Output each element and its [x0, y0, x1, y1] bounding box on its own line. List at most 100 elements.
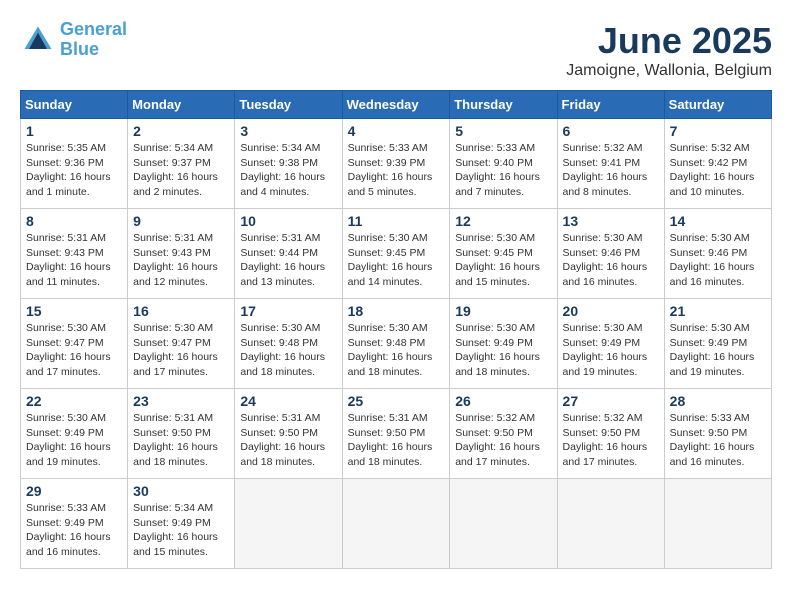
table-row: 16 Sunrise: 5:30 AM Sunset: 9:47 PM Dayl… — [128, 299, 235, 389]
day-number: 2 — [133, 123, 229, 139]
table-row: 28 Sunrise: 5:33 AM Sunset: 9:50 PM Dayl… — [664, 389, 771, 479]
day-info: Sunrise: 5:34 AM Sunset: 9:37 PM Dayligh… — [133, 141, 229, 200]
table-row: 20 Sunrise: 5:30 AM Sunset: 9:49 PM Dayl… — [557, 299, 664, 389]
calendar-table: Sunday Monday Tuesday Wednesday Thursday… — [20, 90, 772, 569]
day-info: Sunrise: 5:30 AM Sunset: 9:46 PM Dayligh… — [563, 231, 659, 290]
day-number: 19 — [455, 303, 551, 319]
table-row: 5 Sunrise: 5:33 AM Sunset: 9:40 PM Dayli… — [450, 119, 557, 209]
table-row: 12 Sunrise: 5:30 AM Sunset: 9:45 PM Dayl… — [450, 209, 557, 299]
day-info: Sunrise: 5:31 AM Sunset: 9:50 PM Dayligh… — [133, 411, 229, 470]
day-info: Sunrise: 5:30 AM Sunset: 9:49 PM Dayligh… — [670, 321, 766, 380]
day-info: Sunrise: 5:30 AM Sunset: 9:45 PM Dayligh… — [455, 231, 551, 290]
day-number: 10 — [240, 213, 336, 229]
table-row: 11 Sunrise: 5:30 AM Sunset: 9:45 PM Dayl… — [342, 209, 450, 299]
logo-general: General — [60, 19, 127, 39]
table-row: 7 Sunrise: 5:32 AM Sunset: 9:42 PM Dayli… — [664, 119, 771, 209]
day-number: 29 — [26, 483, 122, 499]
col-monday: Monday — [128, 91, 235, 119]
calendar-week-row: 22 Sunrise: 5:30 AM Sunset: 9:49 PM Dayl… — [21, 389, 772, 479]
table-row — [342, 479, 450, 569]
table-row: 17 Sunrise: 5:30 AM Sunset: 9:48 PM Dayl… — [235, 299, 342, 389]
day-number: 13 — [563, 213, 659, 229]
day-info: Sunrise: 5:30 AM Sunset: 9:47 PM Dayligh… — [26, 321, 122, 380]
day-number: 4 — [348, 123, 445, 139]
day-info: Sunrise: 5:30 AM Sunset: 9:47 PM Dayligh… — [133, 321, 229, 380]
calendar-header-row: Sunday Monday Tuesday Wednesday Thursday… — [21, 91, 772, 119]
day-info: Sunrise: 5:32 AM Sunset: 9:50 PM Dayligh… — [563, 411, 659, 470]
day-number: 24 — [240, 393, 336, 409]
day-info: Sunrise: 5:35 AM Sunset: 9:36 PM Dayligh… — [26, 141, 122, 200]
day-number: 18 — [348, 303, 445, 319]
day-number: 1 — [26, 123, 122, 139]
day-info: Sunrise: 5:34 AM Sunset: 9:38 PM Dayligh… — [240, 141, 336, 200]
col-thursday: Thursday — [450, 91, 557, 119]
calendar-week-row: 29 Sunrise: 5:33 AM Sunset: 9:49 PM Dayl… — [21, 479, 772, 569]
day-number: 16 — [133, 303, 229, 319]
day-info: Sunrise: 5:31 AM Sunset: 9:44 PM Dayligh… — [240, 231, 336, 290]
logo-icon — [20, 22, 56, 58]
table-row: 13 Sunrise: 5:30 AM Sunset: 9:46 PM Dayl… — [557, 209, 664, 299]
day-info: Sunrise: 5:30 AM Sunset: 9:48 PM Dayligh… — [240, 321, 336, 380]
table-row: 14 Sunrise: 5:30 AM Sunset: 9:46 PM Dayl… — [664, 209, 771, 299]
table-row: 1 Sunrise: 5:35 AM Sunset: 9:36 PM Dayli… — [21, 119, 128, 209]
day-number: 17 — [240, 303, 336, 319]
table-row: 19 Sunrise: 5:30 AM Sunset: 9:49 PM Dayl… — [450, 299, 557, 389]
day-info: Sunrise: 5:34 AM Sunset: 9:49 PM Dayligh… — [133, 501, 229, 560]
day-number: 25 — [348, 393, 445, 409]
col-wednesday: Wednesday — [342, 91, 450, 119]
day-info: Sunrise: 5:30 AM Sunset: 9:49 PM Dayligh… — [455, 321, 551, 380]
col-tuesday: Tuesday — [235, 91, 342, 119]
table-row: 10 Sunrise: 5:31 AM Sunset: 9:44 PM Dayl… — [235, 209, 342, 299]
day-number: 30 — [133, 483, 229, 499]
day-info: Sunrise: 5:33 AM Sunset: 9:50 PM Dayligh… — [670, 411, 766, 470]
title-area: June 2025 Jamoigne, Wallonia, Belgium — [566, 20, 772, 80]
day-number: 14 — [670, 213, 766, 229]
day-info: Sunrise: 5:33 AM Sunset: 9:49 PM Dayligh… — [26, 501, 122, 560]
page-header: General Blue June 2025 Jamoigne, Walloni… — [20, 20, 772, 80]
logo: General Blue — [20, 20, 127, 60]
day-number: 26 — [455, 393, 551, 409]
day-number: 27 — [563, 393, 659, 409]
table-row: 24 Sunrise: 5:31 AM Sunset: 9:50 PM Dayl… — [235, 389, 342, 479]
day-info: Sunrise: 5:33 AM Sunset: 9:40 PM Dayligh… — [455, 141, 551, 200]
col-friday: Friday — [557, 91, 664, 119]
table-row: 3 Sunrise: 5:34 AM Sunset: 9:38 PM Dayli… — [235, 119, 342, 209]
month-title: June 2025 — [566, 20, 772, 62]
table-row: 27 Sunrise: 5:32 AM Sunset: 9:50 PM Dayl… — [557, 389, 664, 479]
day-info: Sunrise: 5:32 AM Sunset: 9:41 PM Dayligh… — [563, 141, 659, 200]
table-row: 18 Sunrise: 5:30 AM Sunset: 9:48 PM Dayl… — [342, 299, 450, 389]
day-number: 28 — [670, 393, 766, 409]
day-number: 15 — [26, 303, 122, 319]
calendar-week-row: 15 Sunrise: 5:30 AM Sunset: 9:47 PM Dayl… — [21, 299, 772, 389]
table-row — [235, 479, 342, 569]
day-info: Sunrise: 5:31 AM Sunset: 9:43 PM Dayligh… — [26, 231, 122, 290]
day-number: 7 — [670, 123, 766, 139]
day-info: Sunrise: 5:33 AM Sunset: 9:39 PM Dayligh… — [348, 141, 445, 200]
day-info: Sunrise: 5:31 AM Sunset: 9:43 PM Dayligh… — [133, 231, 229, 290]
day-number: 23 — [133, 393, 229, 409]
logo-text: General Blue — [60, 20, 127, 60]
day-info: Sunrise: 5:30 AM Sunset: 9:48 PM Dayligh… — [348, 321, 445, 380]
day-info: Sunrise: 5:30 AM Sunset: 9:45 PM Dayligh… — [348, 231, 445, 290]
table-row: 26 Sunrise: 5:32 AM Sunset: 9:50 PM Dayl… — [450, 389, 557, 479]
table-row: 23 Sunrise: 5:31 AM Sunset: 9:50 PM Dayl… — [128, 389, 235, 479]
day-info: Sunrise: 5:32 AM Sunset: 9:50 PM Dayligh… — [455, 411, 551, 470]
day-number: 21 — [670, 303, 766, 319]
day-info: Sunrise: 5:30 AM Sunset: 9:49 PM Dayligh… — [26, 411, 122, 470]
table-row — [557, 479, 664, 569]
day-info: Sunrise: 5:30 AM Sunset: 9:49 PM Dayligh… — [563, 321, 659, 380]
day-info: Sunrise: 5:31 AM Sunset: 9:50 PM Dayligh… — [240, 411, 336, 470]
col-sunday: Sunday — [21, 91, 128, 119]
day-info: Sunrise: 5:30 AM Sunset: 9:46 PM Dayligh… — [670, 231, 766, 290]
day-number: 5 — [455, 123, 551, 139]
table-row: 15 Sunrise: 5:30 AM Sunset: 9:47 PM Dayl… — [21, 299, 128, 389]
day-number: 3 — [240, 123, 336, 139]
calendar-week-row: 8 Sunrise: 5:31 AM Sunset: 9:43 PM Dayli… — [21, 209, 772, 299]
day-number: 11 — [348, 213, 445, 229]
table-row — [450, 479, 557, 569]
day-number: 20 — [563, 303, 659, 319]
location: Jamoigne, Wallonia, Belgium — [566, 62, 772, 80]
day-number: 9 — [133, 213, 229, 229]
table-row — [664, 479, 771, 569]
day-number: 12 — [455, 213, 551, 229]
